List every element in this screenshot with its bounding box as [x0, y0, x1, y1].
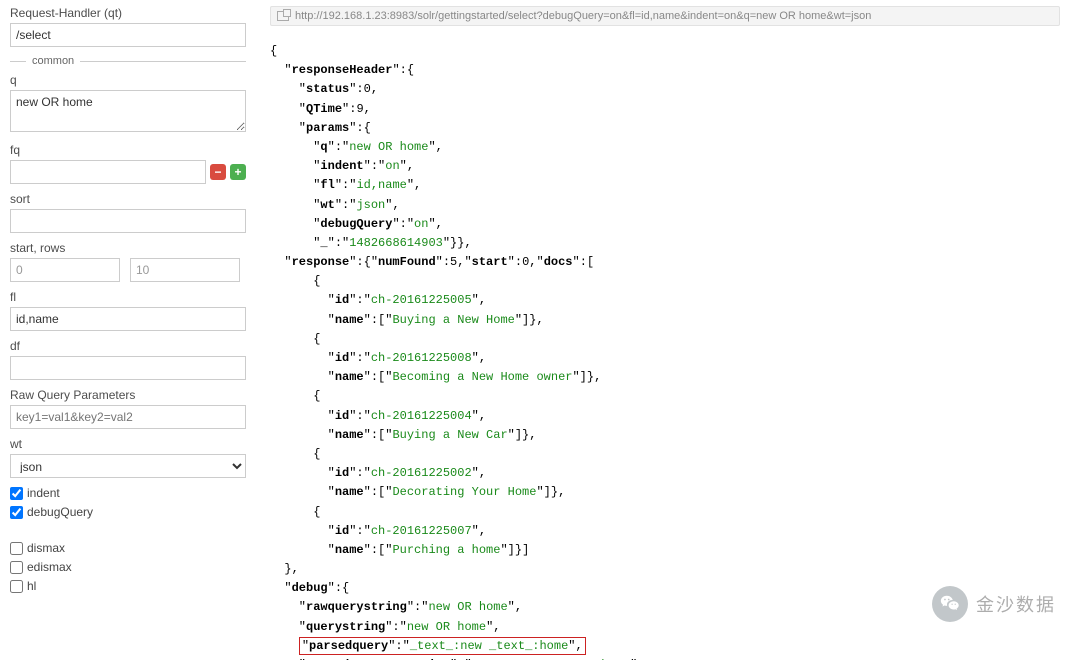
df-label: df — [10, 339, 246, 353]
fq-label: fq — [10, 143, 246, 157]
q-label: q — [10, 73, 246, 87]
hl-label: hl — [27, 579, 36, 593]
watermark-text: 金沙数据 — [976, 591, 1056, 617]
rows-input[interactable] — [130, 258, 240, 282]
rawq-input[interactable] — [10, 405, 246, 429]
parsedquery-highlight: "parsedquery":"_text_:new _text_:home", — [299, 637, 586, 655]
watermark: 金沙数据 — [932, 586, 1056, 622]
debugquery-label: debugQuery — [27, 505, 93, 519]
sort-input[interactable] — [10, 209, 246, 233]
dismax-checkbox[interactable] — [10, 542, 23, 555]
edismax-checkbox[interactable] — [10, 561, 23, 574]
start-input[interactable] — [10, 258, 120, 282]
df-input[interactable] — [10, 356, 246, 380]
q-input[interactable]: new OR home — [10, 90, 246, 132]
fl-input[interactable] — [10, 307, 246, 331]
hl-checkbox[interactable] — [10, 580, 23, 593]
fq-add-button[interactable]: + — [230, 164, 246, 180]
url-text: http://192.168.1.23:8983/solr/gettingsta… — [295, 10, 871, 22]
start-rows-label: start, rows — [10, 241, 246, 255]
rawq-label: Raw Query Parameters — [10, 388, 246, 402]
fq-remove-button[interactable]: − — [210, 164, 226, 180]
dismax-label: dismax — [27, 541, 65, 555]
common-legend: common — [10, 55, 246, 67]
wt-label: wt — [10, 437, 246, 451]
fq-input[interactable] — [10, 160, 206, 184]
url-bar[interactable]: http://192.168.1.23:8983/solr/gettingsta… — [270, 6, 1060, 26]
request-handler-input[interactable] — [10, 23, 246, 47]
json-response: { "responseHeader":{ "status":0, "QTime"… — [270, 42, 1080, 660]
request-handler-label: Request-Handler (qt) — [10, 6, 246, 20]
indent-checkbox[interactable] — [10, 487, 23, 500]
indent-label: indent — [27, 486, 60, 500]
new-window-icon — [277, 11, 289, 21]
wechat-icon — [932, 586, 968, 622]
edismax-label: edismax — [27, 560, 72, 574]
wt-select[interactable]: json — [10, 454, 246, 478]
debugquery-checkbox[interactable] — [10, 506, 23, 519]
sort-label: sort — [10, 192, 246, 206]
fl-label: fl — [10, 290, 246, 304]
